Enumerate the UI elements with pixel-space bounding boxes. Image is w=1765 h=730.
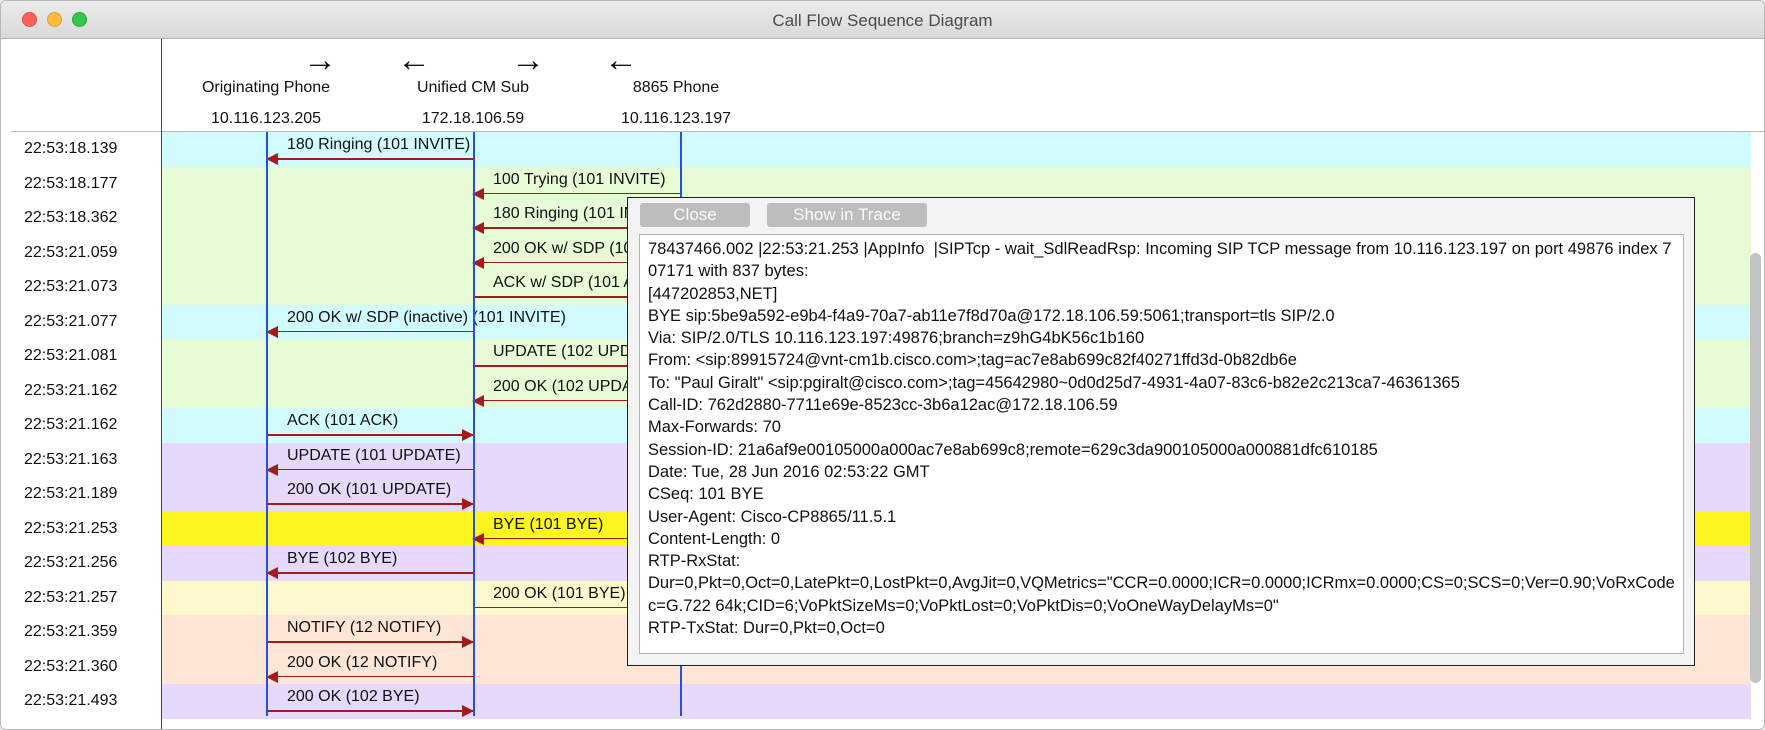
message-arrow[interactable]: BYE (102 BYE) — [266, 550, 473, 579]
arrow-line — [267, 330, 473, 332]
timestamp: 22:53:18.139 — [11, 132, 161, 167]
arrow-line — [267, 434, 473, 436]
timestamp: 22:53:21.077 — [11, 304, 161, 339]
arrowhead-icon — [266, 325, 278, 338]
arrowhead-icon — [266, 567, 278, 579]
message-text-line: Date: Tue, 28 Jun 2016 02:53:22 GMT — [648, 462, 930, 481]
message-text-line: [447202853,NET] — [648, 284, 778, 303]
message-arrow[interactable]: 200 OK w/ SDP (inactive) (101 INVITE) — [266, 309, 566, 338]
message-arrow[interactable]: 200 OK (101 UPDATE) — [267, 481, 474, 510]
timestamp: 22:53:21.493 — [11, 684, 161, 719]
message-label: 200 OK (12 NOTIFY) — [287, 653, 438, 671]
message-arrow[interactable]: 100 Trying (101 INVITE) — [472, 170, 680, 200]
message-arrow[interactable]: 180 Ringing (101 INVITE) — [266, 136, 473, 165]
message-text-line: Dur=0,Pkt=0,Oct=0,LatePkt=0,LostPkt=0,Av… — [648, 574, 1675, 615]
timestamp: 22:53:21.081 — [11, 339, 161, 374]
participant-name: Unified CM Sub — [416, 79, 530, 96]
timestamp: 22:53:21.257 — [11, 580, 161, 615]
message-text-line: CSeq: 101 BYE — [648, 485, 764, 504]
timestamp: 22:53:21.162 — [11, 408, 161, 443]
message-arrow[interactable]: 200 OK (12 NOTIFY) — [266, 653, 473, 683]
timestamp: 22:53:21.163 — [11, 442, 161, 477]
lifeline-originating-phone — [266, 132, 268, 716]
timestamp: 22:53:21.256 — [11, 546, 161, 581]
arrow-line — [267, 503, 473, 505]
call-flow-window: Call Flow Sequence Diagram → ← → ← Origi… — [0, 0, 1765, 730]
left-arrow-icon: ← — [604, 41, 638, 79]
show-in-trace-button[interactable]: Show in Trace — [767, 203, 927, 227]
message-label: 200 OK w/ SDP (inactive) (101 INVITE) — [287, 308, 566, 326]
message-text-line: Content-Length: 0 — [648, 529, 781, 548]
arrowhead-icon — [266, 153, 278, 165]
message-label: 100 Trying (101 INVITE) — [493, 170, 666, 188]
message-text-line: Call-ID: 762d2880-7711e69e-8523cc-3b6a12… — [648, 396, 1118, 415]
message-text-line: 78437466.002 |22:53:21.253 |AppInfo |SIP… — [648, 240, 1672, 281]
arrow-line — [473, 192, 680, 194]
arrow-line — [267, 158, 473, 160]
message-arrow[interactable]: NOTIFY (12 NOTIFY) — [267, 619, 474, 648]
message-label: 200 OK (102 BYE) — [287, 688, 420, 705]
message-row[interactable]: 22:53:18.177 100 Trying (101 INVITE) — [11, 166, 1764, 201]
timestamp: 22:53:18.362 — [11, 201, 161, 236]
close-button[interactable]: Close — [640, 203, 750, 227]
message-label: 180 Ringing (101 INVITE) — [287, 136, 471, 153]
message-row[interactable]: 22:53:21.493 200 OK (102 BYE) — [11, 684, 1764, 719]
participant-name: 8865 Phone — [632, 79, 720, 96]
title-bar[interactable]: Call Flow Sequence Diagram — [1, 1, 1764, 39]
message-text-line: To: "Paul Giralt" <sip:pgiralt@cisco.com… — [648, 373, 1460, 392]
message-arrow[interactable]: 200 OK (102 BYE) — [267, 688, 474, 717]
timestamp: 22:53:21.162 — [11, 373, 161, 408]
arrow-line — [267, 468, 473, 470]
arrow-line — [267, 675, 473, 677]
right-arrow-icon: → — [511, 41, 545, 79]
left-arrow-icon: ← — [397, 41, 431, 79]
row-band — [162, 166, 1751, 201]
arrow-line — [267, 641, 473, 643]
message-text-line: RTP-TxStat: Dur=0,Pkt=0,Oct=0 — [648, 619, 885, 638]
message-text-line: Via: SIP/2.0/TLS 10.116.123.197:49876;br… — [648, 329, 1145, 348]
timestamp: 22:53:18.177 — [11, 166, 161, 201]
message-label: BYE (101 BYE) — [493, 515, 604, 533]
participants-header: → ← → ← Originating Phone 10.116.123.205… — [11, 39, 1764, 132]
message-text-line: Session-ID: 21a6af9e00105000a000ac7e8ab6… — [648, 440, 1378, 459]
timestamp: 22:53:21.360 — [11, 649, 161, 684]
message-text-line: BYE sip:5be9a592-e9b4-f4a9-70a7-ab11e7f8… — [648, 306, 1335, 325]
participant-name: Originating Phone — [201, 79, 331, 96]
arrowhead-icon — [266, 670, 278, 683]
message-label: NOTIFY (12 NOTIFY) — [287, 619, 442, 636]
message-detail-popup: Close Show in Trace 78437466.002 |22:53:… — [627, 197, 1695, 666]
message-text-line: RTP-RxStat: — [648, 552, 741, 571]
timestamp: 22:53:21.189 — [11, 477, 161, 512]
message-label: ACK (101 ACK) — [287, 412, 399, 429]
participant-ip: 10.116.123.197 — [620, 110, 732, 127]
message-row[interactable]: 22:53:18.139 180 Ringing (101 INVITE) — [11, 132, 1764, 167]
arrow-line — [267, 710, 473, 712]
participant-ip: 172.18.106.59 — [421, 110, 525, 127]
message-text-line: User-Agent: Cisco-CP8865/11.5.1 — [648, 507, 897, 526]
message-label: 200 OK (101 UPDATE) — [287, 481, 452, 498]
message-arrow[interactable]: UPDATE (101 UPDATE) — [266, 446, 473, 476]
right-arrow-icon: → — [303, 41, 337, 79]
window-title: Call Flow Sequence Diagram — [772, 11, 993, 30]
timestamp: 22:53:21.253 — [11, 511, 161, 546]
message-text-line: Max-Forwards: 70 — [648, 418, 781, 437]
lifeline-unified-cm-sub — [473, 132, 475, 716]
arrow-line — [267, 572, 473, 574]
participant-ip: 10.116.123.205 — [210, 110, 322, 127]
arrowhead-icon — [266, 463, 278, 476]
message-label: 200 OK (101 BYE) — [493, 584, 626, 602]
timestamp: 22:53:21.059 — [11, 235, 161, 270]
message-text-area[interactable]: 78437466.002 |22:53:21.253 |AppInfo |SIP… — [639, 234, 1684, 654]
timestamp: 22:53:21.073 — [11, 270, 161, 305]
message-label: UPDATE (101 UPDATE) — [287, 446, 461, 464]
vertical-scrollbar[interactable] — [1750, 253, 1761, 683]
message-text-line: From: <sip:89915724@vnt-cm1b.cisco.com>;… — [648, 351, 1297, 370]
message-arrow[interactable]: ACK (101 ACK) — [267, 412, 474, 441]
timestamp: 22:53:21.359 — [11, 615, 161, 650]
message-label: BYE (102 BYE) — [287, 550, 398, 567]
